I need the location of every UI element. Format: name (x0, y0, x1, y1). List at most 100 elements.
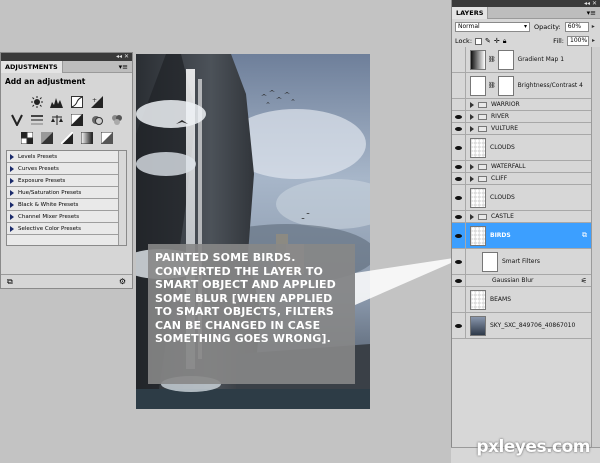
layer-row[interactable]: Gaussian Blur ⚟ (452, 275, 591, 287)
hue-saturation-icon[interactable] (30, 113, 44, 126)
brightness-contrast-icon[interactable] (30, 95, 44, 108)
layer-mask-thumbnail[interactable] (497, 49, 514, 70)
layer-row[interactable]: CLOUDS (452, 185, 591, 211)
layer-row[interactable]: WATERFALL (452, 161, 591, 173)
layer-thumbnail[interactable] (470, 225, 486, 246)
expand-group-icon[interactable] (470, 125, 474, 132)
visibility-eye-icon[interactable] (452, 99, 466, 110)
expand-triangle-icon[interactable] (10, 177, 14, 184)
lock-transparency-icon[interactable] (475, 37, 483, 45)
layer-row[interactable]: CASTLE (452, 211, 591, 223)
layer-thumbnail[interactable] (470, 187, 486, 208)
layer-name: Gaussian Blur (492, 277, 534, 284)
collapse-icon[interactable]: ◂◂ (116, 53, 122, 61)
posterize-icon[interactable] (40, 131, 54, 144)
threshold-icon[interactable] (60, 131, 74, 144)
tab-adjustments[interactable]: ADJUSTMENTS (1, 60, 63, 73)
visibility-eye-icon[interactable] (452, 173, 466, 184)
preset-item[interactable]: Exposure Presets (7, 175, 126, 187)
expand-triangle-icon[interactable] (10, 225, 14, 232)
visibility-eye-icon[interactable] (452, 73, 466, 98)
layer-row[interactable]: ⛓ Gradient Map 1 (452, 47, 591, 73)
expand-group-icon[interactable] (470, 101, 474, 108)
expand-group-icon[interactable] (470, 163, 474, 170)
preset-item[interactable]: Levels Presets (7, 151, 126, 163)
color-balance-icon[interactable] (50, 113, 64, 126)
layer-name: Smart Filters (502, 258, 541, 265)
preset-item[interactable]: Channel Mixer Presets (7, 211, 126, 223)
toggle-options-icon[interactable]: ⚙ (119, 277, 126, 286)
expand-triangle-icon[interactable] (10, 189, 14, 196)
photo-filter-icon[interactable] (90, 113, 104, 126)
layer-thumbnail[interactable] (470, 315, 486, 336)
visibility-eye-icon[interactable] (452, 185, 466, 210)
panel-menu-icon[interactable]: ▾≡ (587, 9, 600, 17)
fill-field[interactable]: 100% (567, 36, 595, 46)
layer-row[interactable]: ⛓ Brightness/Contrast 4 (452, 73, 591, 99)
visibility-eye-icon[interactable] (452, 313, 466, 338)
selective-color-icon[interactable] (100, 131, 114, 144)
layers-scrollbar[interactable] (591, 47, 600, 447)
lock-pixels-icon[interactable]: ✎ (485, 37, 491, 45)
visibility-eye-icon[interactable] (452, 111, 466, 122)
layer-row[interactable]: CLIFF (452, 173, 591, 185)
collapse-icon[interactable]: ◂◂ (584, 0, 590, 7)
clip-layer-icon[interactable]: ⧉ (7, 277, 13, 287)
layer-mask-thumbnail[interactable] (497, 75, 514, 96)
close-icon[interactable]: ✕ (592, 0, 597, 7)
black-white-icon[interactable] (70, 113, 84, 126)
layer-row[interactable]: BIRDS ⧉ (452, 223, 591, 249)
curves-icon[interactable] (70, 95, 84, 108)
expand-triangle-icon[interactable] (10, 153, 14, 160)
link-icon[interactable]: ⛓ (488, 56, 496, 63)
preset-item[interactable]: Hue/Saturation Presets (7, 187, 126, 199)
expand-group-icon[interactable] (470, 213, 474, 220)
visibility-eye-icon[interactable] (452, 123, 466, 134)
layer-row[interactable]: VULTURE (452, 123, 591, 135)
exposure-icon[interactable]: + (90, 95, 104, 108)
gradient-map-icon[interactable] (80, 131, 94, 144)
filter-options-icon[interactable]: ⚟ (581, 277, 587, 285)
visibility-eye-icon[interactable] (452, 249, 466, 274)
channel-mixer-icon[interactable] (110, 113, 124, 126)
expand-triangle-icon[interactable] (10, 201, 14, 208)
visibility-eye-icon[interactable] (452, 223, 466, 248)
layer-row[interactable]: SKY_SXC_849706_40867010 (452, 313, 591, 339)
expand-triangle-icon[interactable] (10, 213, 14, 220)
lock-position-icon[interactable]: ✛ (494, 37, 500, 45)
expand-triangle-icon[interactable] (10, 165, 14, 172)
visibility-eye-icon[interactable] (452, 161, 466, 172)
layer-thumbnail[interactable] (470, 289, 486, 310)
visibility-eye-icon[interactable] (452, 47, 466, 72)
preset-item[interactable]: Black & White Presets (7, 199, 126, 211)
expand-group-icon[interactable] (470, 113, 474, 120)
link-icon[interactable]: ⛓ (488, 82, 496, 89)
layer-row[interactable]: BEAMS (452, 287, 591, 313)
expand-group-icon[interactable] (470, 175, 474, 182)
layer-thumbnail[interactable] (470, 137, 486, 158)
visibility-eye-icon[interactable] (452, 211, 466, 222)
layer-row[interactable]: WARRIOR (452, 99, 591, 111)
visibility-eye-icon[interactable] (452, 135, 466, 160)
layer-row[interactable]: Smart Filters (452, 249, 591, 275)
blend-mode-select[interactable]: Normal (455, 22, 530, 32)
opacity-field[interactable]: 60% (564, 22, 595, 32)
invert-icon[interactable] (20, 131, 34, 144)
levels-icon[interactable] (50, 95, 64, 108)
folder-icon (478, 163, 487, 170)
visibility-eye-icon[interactable] (452, 287, 466, 312)
panel-menu-icon[interactable]: ▾≡ (119, 63, 132, 71)
presets-scrollbar[interactable] (118, 151, 126, 245)
close-icon[interactable]: ✕ (124, 53, 129, 61)
preset-item[interactable]: Curves Presets (7, 163, 126, 175)
preset-label: Selective Color Presets (18, 225, 82, 232)
filter-mask-thumbnail[interactable] (482, 251, 498, 272)
lock-all-icon[interactable]: 🔒︎ (503, 37, 507, 46)
adjustment-heading: Add an adjustment (5, 77, 86, 86)
layer-row[interactable]: CLOUDS (452, 135, 591, 161)
vibrance-icon[interactable] (10, 113, 24, 126)
visibility-eye-icon[interactable] (452, 275, 466, 286)
tab-layers[interactable]: LAYERS (452, 6, 489, 19)
layer-row[interactable]: RIVER (452, 111, 591, 123)
preset-item[interactable]: Selective Color Presets (7, 223, 126, 235)
